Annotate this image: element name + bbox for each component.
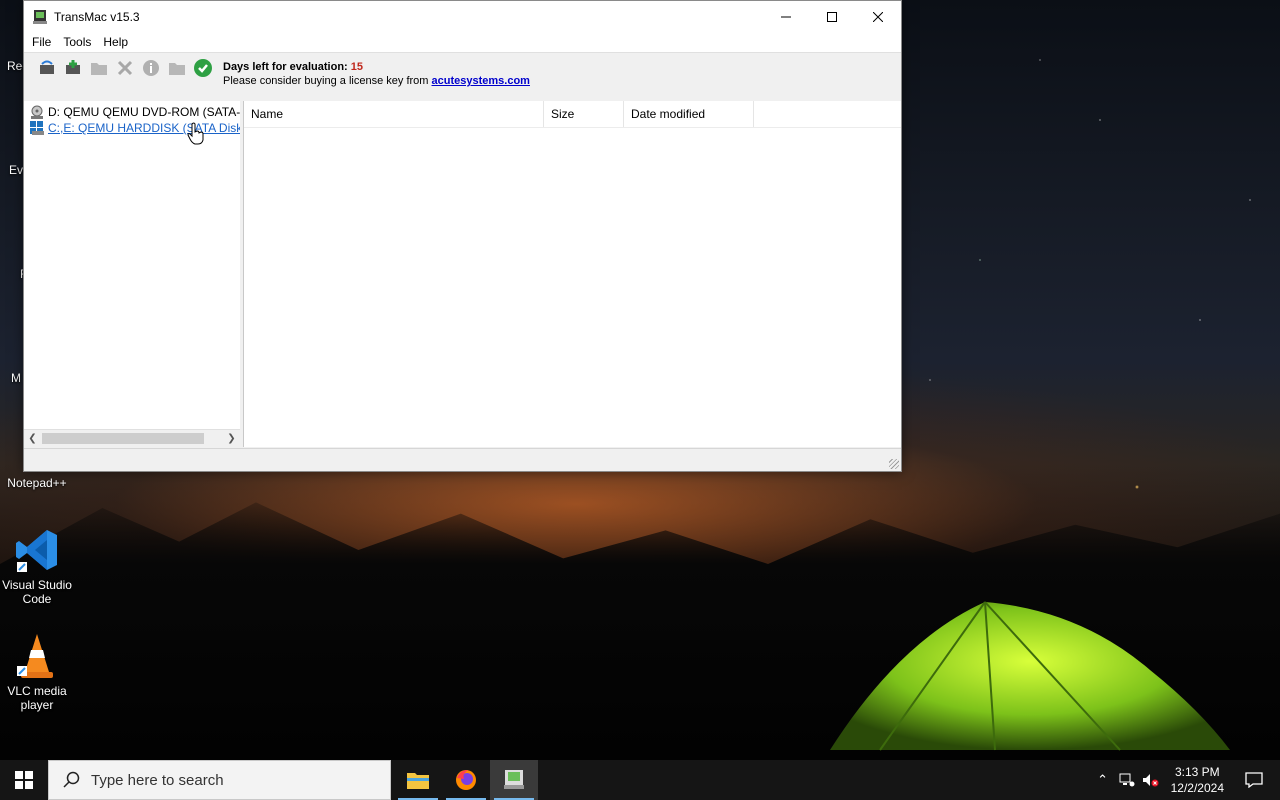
open-folder-button[interactable] xyxy=(88,57,110,79)
notification-icon xyxy=(1245,772,1263,788)
scroll-left-button[interactable]: ❮ xyxy=(24,430,41,447)
info-button[interactable] xyxy=(140,57,162,79)
network-icon xyxy=(1119,773,1135,787)
windows-logo-icon xyxy=(15,771,33,789)
desktop-icon-label: Notepad++ xyxy=(7,476,67,490)
wallpaper-tent xyxy=(830,601,1230,751)
search-placeholder: Type here to search xyxy=(91,771,224,789)
close-icon xyxy=(873,11,883,22)
delete-icon xyxy=(117,60,133,76)
main-content: D: QEMU QEMU DVD-ROM (SATA-CdRom) C:,E: … xyxy=(24,101,901,447)
system-tray: ⌃ 3:13 PM 12/2/2024 xyxy=(1091,760,1280,800)
tree-item-label: D: QEMU QEMU DVD-ROM (SATA-CdRom) xyxy=(48,105,241,119)
menu-bar: File Tools Help xyxy=(24,32,901,53)
status-bar xyxy=(24,448,901,471)
scroll-right-button[interactable]: ❯ xyxy=(223,430,240,447)
tree-horizontal-scrollbar[interactable]: ❮ ❯ xyxy=(24,429,240,447)
title-bar[interactable]: TransMac v15.3 xyxy=(24,1,901,32)
taskbar-transmac[interactable] xyxy=(490,760,538,800)
column-header-date-modified[interactable]: Date modified xyxy=(624,101,754,127)
hand-cursor-icon xyxy=(187,122,204,145)
tray-overflow-button[interactable]: ⌃ xyxy=(1091,772,1115,788)
desktop-icon-label: Visual Studio Code xyxy=(2,578,72,606)
taskbar-search[interactable]: Type here to search xyxy=(48,760,391,800)
desktop-icon-vlc[interactable]: VLC media player xyxy=(0,632,74,712)
vlc-icon xyxy=(13,632,61,680)
maximize-button[interactable] xyxy=(809,1,855,32)
add-drive-icon xyxy=(66,60,80,74)
license-text: Please consider buying a license key fro… xyxy=(223,75,429,87)
start-button[interactable] xyxy=(0,760,48,800)
minimize-icon xyxy=(781,16,791,17)
file-list[interactable]: Name Size Date modified xyxy=(243,101,901,447)
close-button[interactable] xyxy=(855,1,901,32)
desktop-label-partial: Ev xyxy=(9,163,24,177)
chevron-right-icon: ❯ xyxy=(227,433,236,444)
taskbar-firefox[interactable] xyxy=(442,760,490,800)
folder-icon xyxy=(91,63,107,75)
new-folder-icon xyxy=(169,63,185,75)
tree-item-dvd[interactable]: D: QEMU QEMU DVD-ROM (SATA-CdRom) xyxy=(30,104,241,120)
desktop-label-partial: M xyxy=(11,371,21,385)
clock-time: 3:13 PM xyxy=(1174,765,1220,779)
volume-muted-icon xyxy=(1142,774,1159,787)
column-header-name[interactable]: Name xyxy=(244,101,544,127)
evaluation-notice: Days left for evaluation: 15 Please cons… xyxy=(223,60,530,88)
help-button[interactable] xyxy=(192,57,214,79)
eval-days: 15 xyxy=(350,61,364,73)
transmac-taskbar-icon xyxy=(504,770,524,789)
refresh-button[interactable] xyxy=(36,57,58,79)
menu-tools[interactable]: Tools xyxy=(57,35,97,49)
menu-help[interactable]: Help xyxy=(97,35,134,49)
vscode-icon xyxy=(13,526,61,574)
tray-volume[interactable] xyxy=(1139,773,1163,787)
delete-button[interactable] xyxy=(114,57,136,79)
new-folder-button[interactable] xyxy=(166,57,188,79)
transmac-app-icon xyxy=(33,9,47,24)
tree-item-label: C:,E: QEMU HARDDISK (SATA Disk) xyxy=(48,121,241,135)
firefox-icon xyxy=(456,770,476,790)
tree-item-harddisk[interactable]: C:,E: QEMU HARDDISK (SATA Disk) xyxy=(30,120,241,136)
maximize-icon xyxy=(827,11,837,22)
toolbar: Days left for evaluation: 15 Please cons… xyxy=(24,53,901,106)
file-list-header: Name Size Date modified xyxy=(244,101,901,128)
add-button[interactable] xyxy=(62,57,84,79)
chevron-up-icon: ⌃ xyxy=(1097,772,1109,787)
transmac-window: TransMac v15.3 File Tools Help Days left… xyxy=(23,0,902,472)
refresh-drives-icon xyxy=(40,60,54,74)
eval-label: Days left for evaluation: xyxy=(223,61,348,73)
drive-tree[interactable]: D: QEMU QEMU DVD-ROM (SATA-CdRom) C:,E: … xyxy=(24,101,241,447)
menu-file[interactable]: File xyxy=(26,35,57,49)
taskbar-clock[interactable]: 3:13 PM 12/2/2024 xyxy=(1163,764,1232,796)
info-icon xyxy=(143,60,159,76)
taskbar-file-explorer[interactable] xyxy=(394,760,442,800)
dvd-drive-icon xyxy=(31,105,43,119)
resize-grip[interactable] xyxy=(889,459,899,469)
hard-disk-icon xyxy=(30,121,44,135)
file-explorer-icon xyxy=(407,773,429,789)
help-icon xyxy=(194,59,212,77)
desktop-icon-vscode[interactable]: Visual Studio Code xyxy=(0,526,74,606)
action-center-button[interactable] xyxy=(1232,772,1276,788)
taskbar: Type here to search ⌃ 3:13 PM 12/2/2024 xyxy=(0,760,1280,800)
license-link[interactable]: acutesystems.com xyxy=(432,75,530,87)
column-header-size[interactable]: Size xyxy=(544,101,624,127)
tray-network[interactable] xyxy=(1115,773,1139,787)
search-icon xyxy=(63,771,80,788)
desktop-icon-label: VLC media player xyxy=(7,684,67,712)
scrollbar-thumb[interactable] xyxy=(42,433,204,444)
clock-date: 12/2/2024 xyxy=(1170,781,1224,795)
chevron-left-icon: ❮ xyxy=(28,433,37,444)
minimize-button[interactable] xyxy=(763,1,809,32)
window-title: TransMac v15.3 xyxy=(54,9,140,24)
